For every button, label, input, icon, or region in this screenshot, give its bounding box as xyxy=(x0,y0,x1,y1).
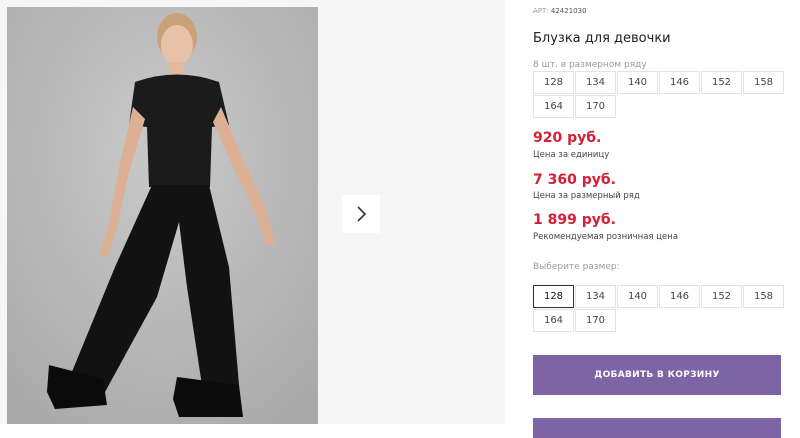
add-to-cart-button[interactable]: ДОБАВИТЬ В КОРЗИНУ xyxy=(533,355,781,395)
product-title: Блузка для девочки xyxy=(533,31,671,46)
size-option-158[interactable]: 158 xyxy=(743,285,784,308)
secondary-action-button[interactable] xyxy=(533,418,781,438)
product-gallery xyxy=(0,0,505,424)
product-photo-image xyxy=(7,7,318,424)
pack-price-label: Цена за размерный ряд xyxy=(533,191,640,201)
sku-line: АРТ: 42421030 xyxy=(533,7,587,15)
size-option-128[interactable]: 128 xyxy=(533,285,574,308)
sku-label: АРТ: xyxy=(533,7,549,15)
retail-price-label: Рекомендуемая розничная цена xyxy=(533,232,679,242)
pack-size-cell: 164 xyxy=(533,95,574,118)
retail-price: 1 899 руб. xyxy=(533,212,616,228)
unit-price: 920 руб. xyxy=(533,130,602,146)
pack-price: 7 360 руб. xyxy=(533,172,616,188)
size-option-164[interactable]: 164 xyxy=(533,309,574,332)
unit-price-label: Цена за единицу xyxy=(533,150,610,160)
pack-size-cell: 158 xyxy=(743,71,784,94)
size-option-170[interactable]: 170 xyxy=(575,309,616,332)
size-option-140[interactable]: 140 xyxy=(617,285,658,308)
pack-size-cell: 134 xyxy=(575,71,616,94)
size-option-152[interactable]: 152 xyxy=(701,285,742,308)
pack-size-cell: 140 xyxy=(617,71,658,94)
chevron-right-icon xyxy=(357,206,367,222)
size-option-146[interactable]: 146 xyxy=(659,285,700,308)
pack-size-cell: 128 xyxy=(533,71,574,94)
pack-size-cell: 170 xyxy=(575,95,616,118)
pack-size-cell: 146 xyxy=(659,71,700,94)
sku-value: 42421030 xyxy=(550,7,587,15)
pack-size-cell: 152 xyxy=(701,71,742,94)
gallery-next-button[interactable] xyxy=(342,195,380,233)
choose-size-label: Выберите размер: xyxy=(533,262,620,272)
product-photo[interactable] xyxy=(7,7,318,424)
size-option-134[interactable]: 134 xyxy=(575,285,616,308)
pack-note: 8 шт. в размерном ряду xyxy=(533,60,647,70)
